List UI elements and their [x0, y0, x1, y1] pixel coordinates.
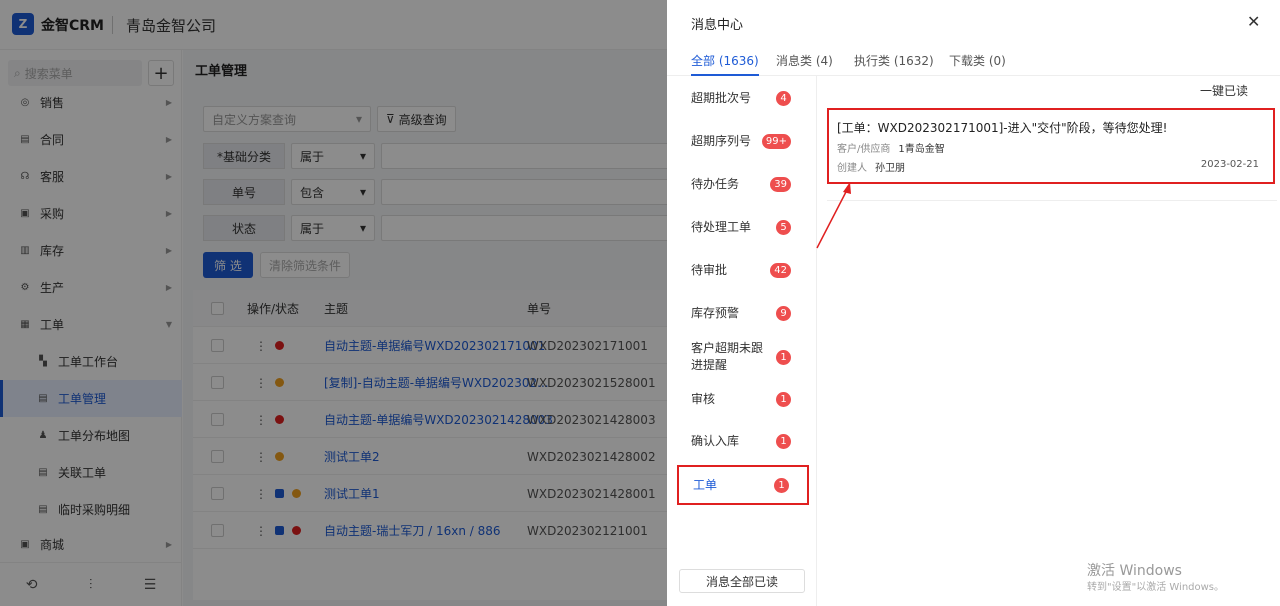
- read-all-button[interactable]: 消息全部已读: [679, 569, 805, 593]
- category-label: 待审批: [691, 262, 728, 277]
- tab-all[interactable]: 全部 (1636): [691, 52, 759, 76]
- category-label: 待处理工单: [691, 219, 752, 234]
- windows-watermark-subtitle: 转到"设置"以激活 Windows。: [1087, 582, 1225, 593]
- category-list: 超期批次号 4 超期序列号 99+ 待办任务 39 待处理工单 5 待审批 42 库存预警…: [667, 76, 817, 606]
- category-label: 待办任务: [691, 176, 740, 191]
- tab-downloads[interactable]: 下载类 (0): [949, 52, 1006, 76]
- tab-messages[interactable]: 消息类 (4): [776, 52, 833, 76]
- modal-overlay[interactable]: [0, 0, 667, 606]
- category-item-workorder[interactable]: 工单 1: [677, 465, 809, 505]
- count-badge: 1: [776, 349, 791, 365]
- category-label: 超期批次号: [691, 90, 752, 105]
- message-customer: 客户/供应商 1青岛金智: [837, 140, 945, 155]
- category-item[interactable]: 确认入库 1: [677, 420, 809, 462]
- count-badge: 42: [770, 262, 791, 278]
- divider: [827, 200, 1277, 201]
- customer-label: 客户/供应商: [837, 144, 891, 155]
- message-creator: 创建人 孙卫朋: [837, 159, 905, 174]
- windows-watermark-title: 激活 Windows: [1087, 563, 1182, 579]
- count-badge: 1: [774, 477, 789, 493]
- tab-execution[interactable]: 执行类 (1632): [854, 52, 934, 76]
- creator-value: 孙卫朋: [875, 163, 905, 174]
- annotation-arrow: [816, 182, 851, 249]
- category-item[interactable]: 超期批次号 4: [677, 77, 809, 119]
- category-item[interactable]: 待办任务 39: [677, 163, 809, 205]
- one-key-read-link[interactable]: 一键已读: [1200, 82, 1248, 99]
- category-label: 工单: [693, 477, 718, 492]
- category-label: 客户超期未跟进提醒: [691, 341, 764, 372]
- category-label: 审核: [691, 391, 716, 406]
- category-item[interactable]: 超期序列号 99+: [677, 120, 809, 162]
- category-label: 超期序列号: [691, 133, 752, 148]
- message-card[interactable]: [工单：WXD202302171001]-进入"交付"阶段，等待您处理! 客户/…: [827, 108, 1275, 184]
- category-item[interactable]: 待处理工单 5: [677, 206, 809, 248]
- category-label: 确认入库: [691, 433, 740, 448]
- drawer-title: 消息中心: [691, 18, 744, 33]
- count-badge: 1: [776, 433, 791, 449]
- message-title: [工单：WXD202302171001]-进入"交付"阶段，等待您处理!: [837, 121, 1168, 135]
- message-center-drawer: 消息中心 ✕ 全部 (1636) 消息类 (4) 执行类 (1632) 下载类 …: [667, 0, 1280, 606]
- message-tabs: 全部 (1636) 消息类 (4) 执行类 (1632) 下载类 (0): [667, 52, 1280, 76]
- message-date: 2023-02-21: [1200, 159, 1259, 170]
- count-badge: 1: [776, 391, 791, 407]
- count-badge: 39: [770, 176, 791, 192]
- category-item[interactable]: 审核 1: [677, 378, 809, 420]
- category-item[interactable]: 库存预警 9: [677, 292, 809, 334]
- count-badge: 9: [776, 305, 791, 321]
- count-badge: 5: [776, 219, 791, 235]
- category-item[interactable]: 待审批 42: [677, 249, 809, 291]
- category-item[interactable]: 客户超期未跟进提醒 1: [677, 335, 809, 379]
- customer-value: 1青岛金智: [898, 144, 945, 155]
- category-label: 库存预警: [691, 305, 740, 320]
- creator-label: 创建人: [837, 163, 867, 174]
- count-badge: 4: [776, 90, 791, 106]
- close-icon[interactable]: ✕: [1247, 12, 1260, 31]
- count-badge: 99+: [761, 133, 791, 149]
